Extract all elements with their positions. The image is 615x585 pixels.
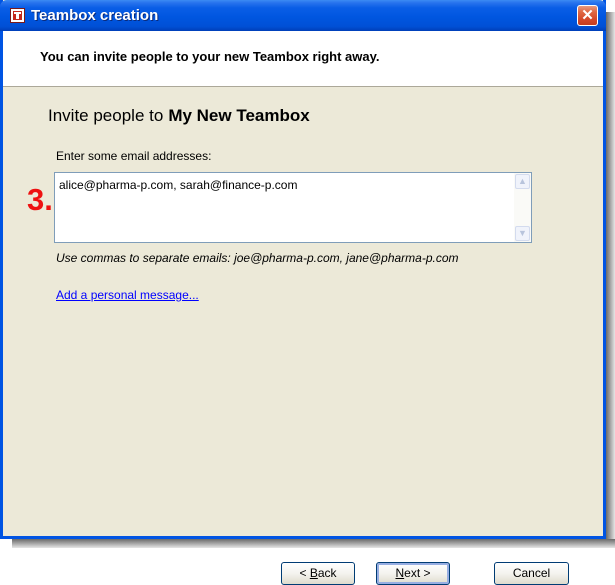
email-hint: Use commas to separate emails: joe@pharm… <box>56 251 459 265</box>
email-addresses-value: alice@pharma-p.com, sarah@finance-p.com <box>59 178 298 192</box>
invite-prefix: Invite people to <box>48 106 164 125</box>
close-button[interactable]: ✕ <box>577 5 598 26</box>
teambox-name: My New Teambox <box>168 106 310 125</box>
email-scrollbar[interactable]: ▲ ▼ <box>514 173 531 242</box>
email-addresses-textarea[interactable]: alice@pharma-p.com, sarah@finance-p.com … <box>54 172 532 243</box>
window-title: Teambox creation <box>31 7 159 24</box>
window-shadow-bottom <box>12 539 615 548</box>
email-label: Enter some email addresses: <box>56 149 212 163</box>
next-button[interactable]: Next > <box>376 562 450 585</box>
invite-heading: Invite people to My New Teambox <box>48 106 310 126</box>
wizard-content: Invite people to My New Teambox Enter som… <box>3 87 603 585</box>
close-icon: ✕ <box>581 7 594 24</box>
wizard-header: You can invite people to your new Teambo… <box>3 31 603 87</box>
step-number: 3 <box>27 182 45 217</box>
step-dot: . <box>44 182 53 217</box>
step-number-annotation: 3. <box>27 184 53 215</box>
teambox-icon <box>10 8 25 23</box>
back-button[interactable]: < Back <box>281 562 355 585</box>
window-shadow-right <box>606 12 615 548</box>
scroll-down-arrow-icon[interactable]: ▼ <box>515 226 530 241</box>
title-bar[interactable]: Teambox creation ✕ <box>0 0 606 31</box>
teambox-creation-dialog: Teambox creation ✕ You can invite people… <box>0 0 606 585</box>
scroll-up-arrow-icon[interactable]: ▲ <box>515 174 530 189</box>
cancel-button[interactable]: Cancel <box>494 562 569 585</box>
add-personal-message-link[interactable]: Add a personal message... <box>56 288 199 302</box>
header-text: You can invite people to your new Teambo… <box>40 49 380 64</box>
